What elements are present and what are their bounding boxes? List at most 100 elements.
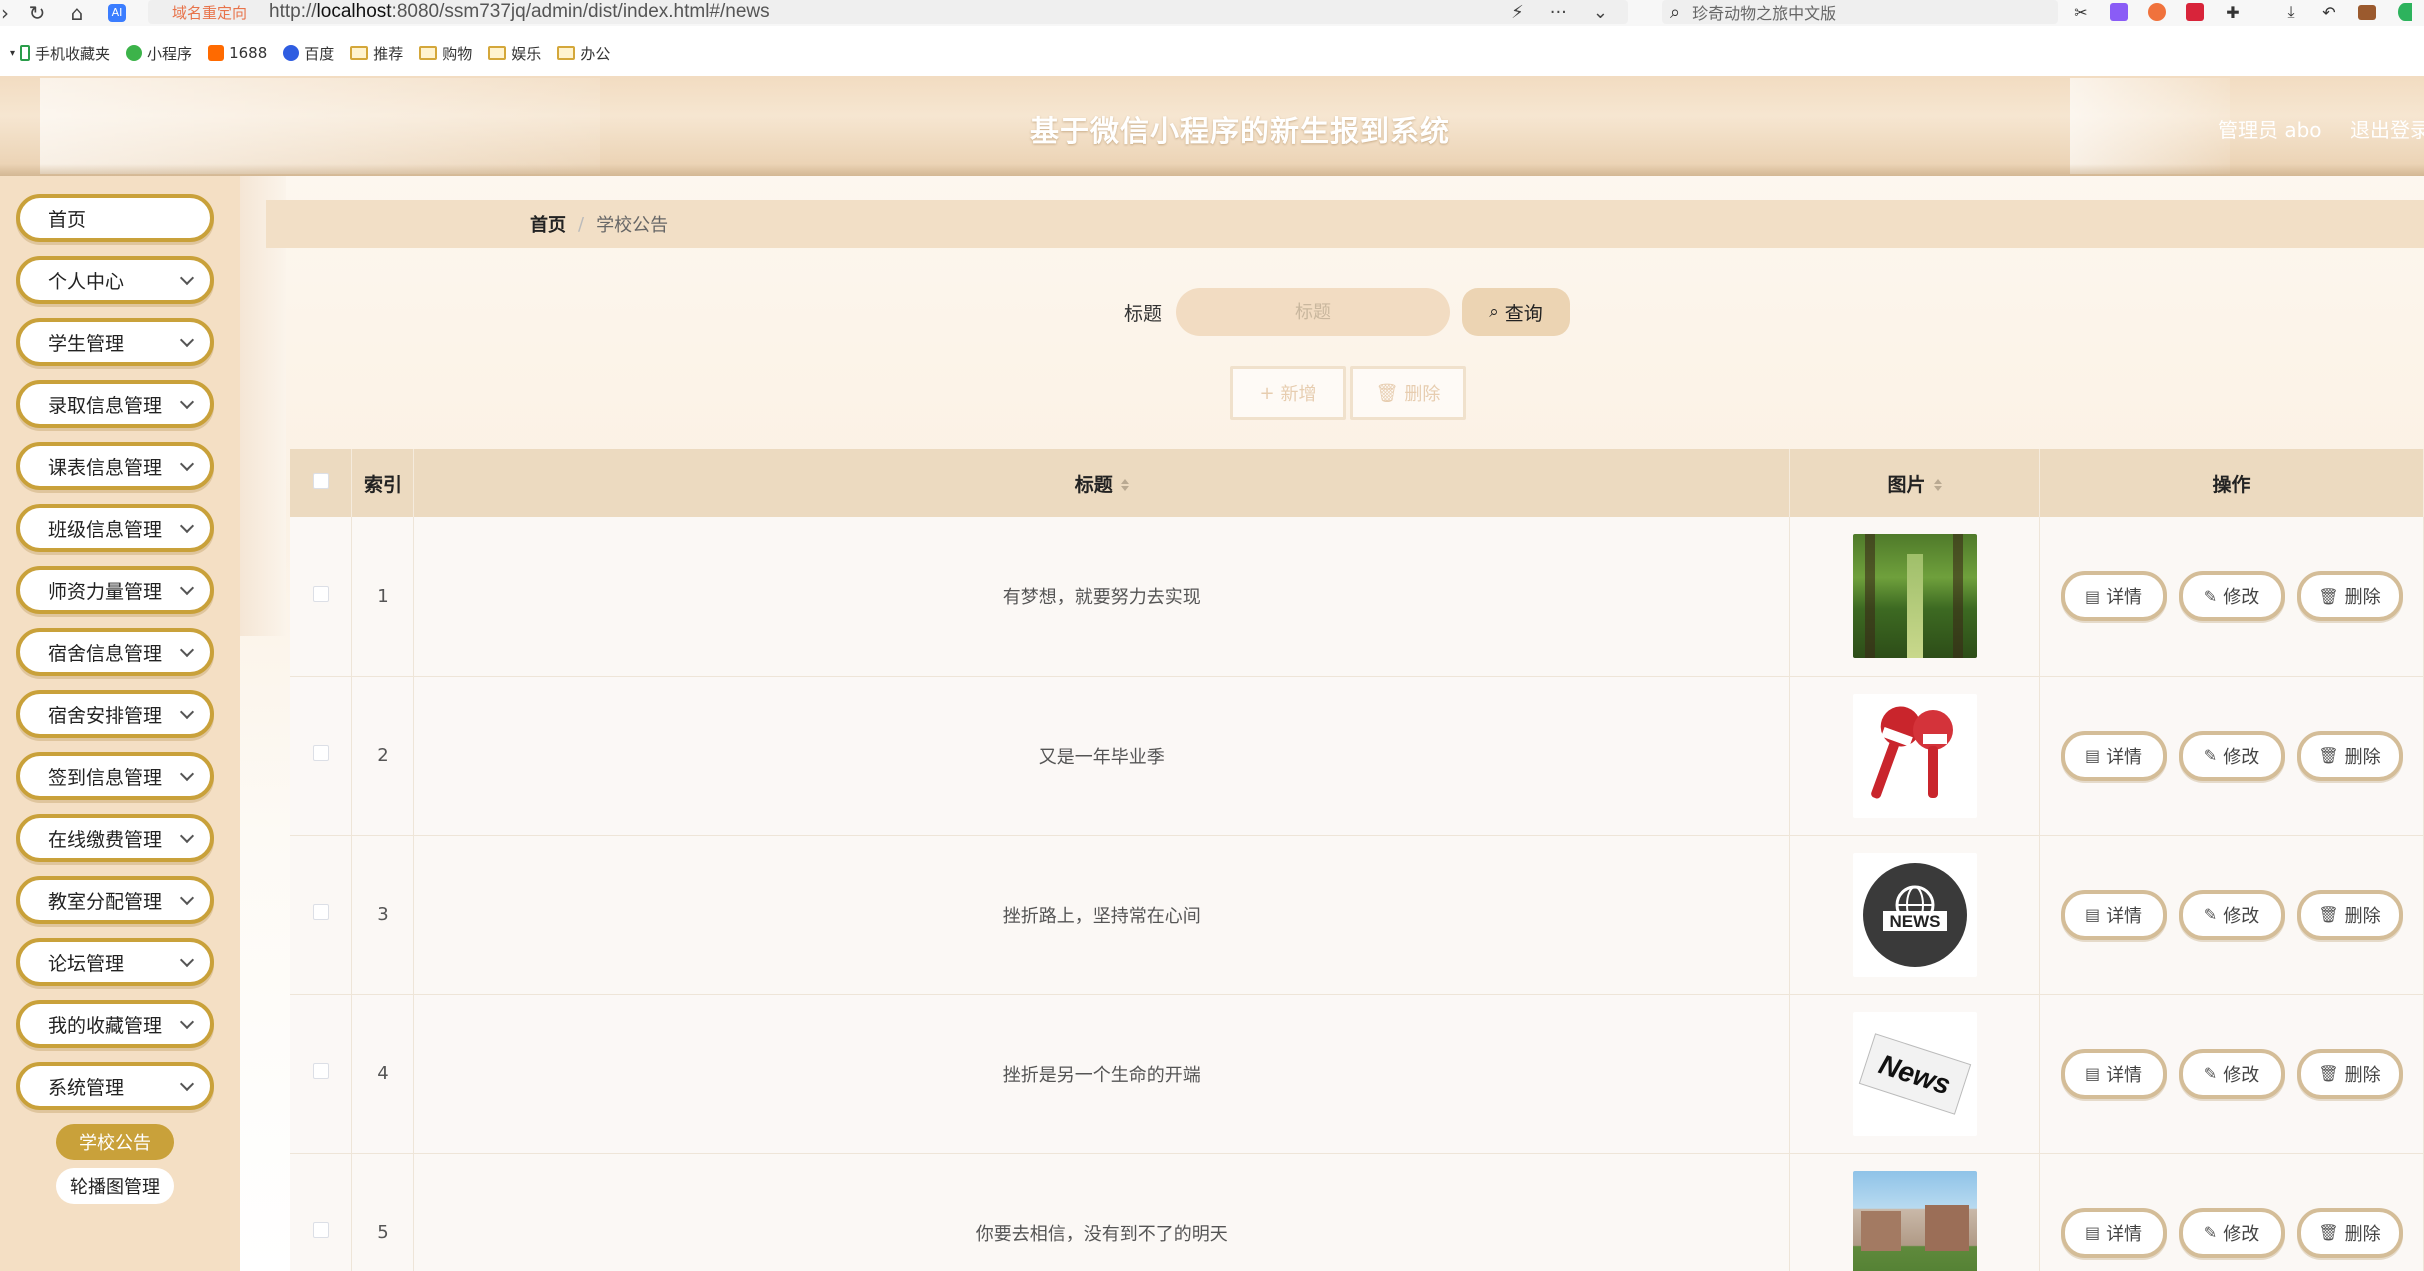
- sidebar-item-system[interactable]: 系统管理: [16, 1062, 214, 1110]
- table-row: 3 挫折路上，坚持常在心间 NEWS ▤ 详情 ✎ 修改 🗑 删除: [290, 835, 2424, 994]
- row-checkbox[interactable]: [312, 1222, 329, 1238]
- row-checkbox[interactable]: [312, 585, 329, 602]
- chevron-down-icon: [179, 828, 195, 844]
- row-title: 挫折是另一个生命的开端: [413, 994, 1791, 1153]
- chevron-down-icon[interactable]: ⌄: [1593, 2, 1608, 23]
- bookmark-recommend[interactable]: 推荐: [350, 43, 403, 64]
- sidebar-item-payment[interactable]: 在线缴费管理: [16, 814, 214, 862]
- bookmark-shopping[interactable]: 购物: [419, 43, 472, 64]
- sidebar-subitem-announcements[interactable]: 学校公告: [56, 1124, 174, 1160]
- sidebar-item-forum[interactable]: 论坛管理: [16, 938, 214, 986]
- url-text: http://localhost:8080/ssm737jq/admin/dis…: [269, 1, 770, 22]
- undo-icon[interactable]: ↶: [2318, 1, 2340, 23]
- edit-button[interactable]: ✎ 修改: [2178, 571, 2285, 622]
- reload-icon[interactable]: ↻: [24, 1, 50, 25]
- search-icon: ⌕: [1670, 1, 1681, 23]
- row-checkbox[interactable]: [312, 1063, 329, 1079]
- search-button-label: 查询: [1504, 302, 1543, 325]
- sidebar-item-faculty[interactable]: 师资力量管理: [16, 566, 214, 614]
- select-all-checkbox[interactable]: [312, 473, 329, 489]
- detail-button[interactable]: ▤ 详情: [2060, 1207, 2167, 1258]
- sidebar-item-dorm-arrange[interactable]: 宿舍安排管理: [16, 690, 214, 738]
- sidebar-item-students[interactable]: 学生管理: [16, 318, 214, 366]
- briefcase-icon[interactable]: [2356, 1, 2378, 23]
- bookmark-office[interactable]: 办公: [557, 43, 610, 64]
- chevron-down-icon: [179, 952, 195, 968]
- sort-icon[interactable]: [1933, 479, 1942, 491]
- edit-button[interactable]: ✎ 修改: [2178, 730, 2285, 781]
- sidebar-item-dorm-info[interactable]: 宿舍信息管理: [16, 628, 214, 676]
- detail-button[interactable]: ▤ 详情: [2060, 571, 2167, 622]
- browser-search-box[interactable]: ⌕ 珍奇动物之旅中文版: [1662, 0, 2058, 24]
- sidebar-item-home[interactable]: 首页: [16, 194, 214, 242]
- scissors-icon[interactable]: ✂: [2070, 1, 2092, 23]
- home-icon[interactable]: ⌂: [64, 1, 90, 25]
- sidebar-subitem-carousel[interactable]: 轮播图管理: [56, 1168, 174, 1204]
- bookmark-miniprogram[interactable]: 小程序: [126, 43, 192, 64]
- campus-building-image: [1852, 1170, 1977, 1271]
- bookmark-baidu[interactable]: 百度: [283, 43, 334, 64]
- chevron-down-icon: [179, 332, 195, 348]
- row-checkbox[interactable]: [312, 745, 329, 761]
- ai-icon[interactable]: AI: [104, 1, 130, 25]
- sidebar-item-admission[interactable]: 录取信息管理: [16, 380, 214, 428]
- detail-button[interactable]: ▤ 详情: [2060, 730, 2167, 781]
- pencil-icon: ✎: [2203, 1223, 2218, 1242]
- trash-icon: 🗑: [2318, 1064, 2339, 1083]
- sort-icon[interactable]: [1120, 479, 1129, 491]
- edit-button[interactable]: ✎ 修改: [2178, 889, 2285, 940]
- sidebar-item-profile[interactable]: 个人中心: [16, 256, 214, 304]
- delete-button[interactable]: 🗑 删除: [2296, 1048, 2403, 1099]
- sidebar-item-classroom[interactable]: 教室分配管理: [16, 876, 214, 924]
- sidebar-item-checkin[interactable]: 签到信息管理: [16, 752, 214, 800]
- sidebar-item-timetable[interactable]: 课表信息管理: [16, 442, 214, 490]
- batch-delete-button[interactable]: 🗑 删除: [1350, 366, 1466, 420]
- extension-red-icon[interactable]: [2184, 1, 2206, 23]
- delete-button[interactable]: 🗑 删除: [2296, 889, 2403, 940]
- header-title[interactable]: 标题: [413, 449, 1791, 517]
- address-bar[interactable]: 域名重定向 http://localhost:8080/ssm737jq/adm…: [148, 0, 1628, 24]
- select-all-cell: [290, 449, 353, 517]
- delete-button[interactable]: 🗑 删除: [2296, 571, 2403, 622]
- chevron-down-icon: [179, 890, 195, 906]
- sidebar: 首页 个人中心 学生管理 录取信息管理 课表信息管理 班级信息管理 师资力量管理…: [0, 176, 240, 1271]
- trash-icon: 🗑: [2318, 586, 2339, 606]
- translate-icon[interactable]: [2108, 1, 2130, 23]
- sidebar-item-favorites[interactable]: 我的收藏管理: [16, 1000, 214, 1048]
- add-button[interactable]: + 新增: [1230, 366, 1346, 420]
- delete-button[interactable]: 🗑 删除: [2296, 1207, 2403, 1258]
- search-button[interactable]: ⌕ 查询: [1462, 288, 1571, 336]
- edit-button[interactable]: ✎ 修改: [2178, 1048, 2285, 1099]
- pencil-icon: ✎: [2203, 905, 2218, 924]
- sidebar-item-class[interactable]: 班级信息管理: [16, 504, 214, 552]
- breadcrumb-separator: /: [578, 213, 585, 235]
- browser-toolbar: › ↻ ⌂ AI 域名重定向 http://localhost:8080/ssm…: [0, 0, 2424, 26]
- action-buttons: + 新增 🗑 删除: [1230, 366, 1466, 420]
- profile-icon[interactable]: [2394, 1, 2416, 23]
- chevron-down-icon: [179, 766, 195, 782]
- extension-orange-icon[interactable]: [2146, 1, 2168, 23]
- add-button-label: 新增: [1280, 384, 1317, 405]
- main-content: 首页 / 学校公告 标题 ⌕ 查询 + 新增 🗑 删除 索引 标题 图片: [240, 176, 2424, 1271]
- bookmark-entertainment[interactable]: 娱乐: [488, 43, 541, 64]
- logout-link[interactable]: 退出登录: [2350, 114, 2424, 143]
- delete-button[interactable]: 🗑 删除: [2296, 730, 2403, 781]
- row-checkbox[interactable]: [312, 904, 329, 920]
- breadcrumb-home[interactable]: 首页: [530, 211, 566, 237]
- row-index: 2: [351, 676, 415, 835]
- puzzle-icon[interactable]: ✚: [2222, 1, 2244, 23]
- lightning-icon[interactable]: ⚡: [1511, 2, 1524, 23]
- header-image[interactable]: 图片: [1789, 449, 2040, 517]
- more-icon[interactable]: ···: [1550, 2, 1567, 23]
- bookmark-1688[interactable]: 1688: [208, 44, 267, 62]
- detail-button[interactable]: ▤ 详情: [2060, 889, 2167, 940]
- forward-icon[interactable]: ›: [0, 1, 18, 25]
- bookmark-mobile[interactable]: ▾ 手机收藏夹: [10, 43, 110, 64]
- detail-button[interactable]: ▤ 详情: [2060, 1048, 2167, 1099]
- download-icon[interactable]: ⤓: [2280, 1, 2302, 23]
- admin-user-label: 管理员 abo: [2218, 118, 2322, 142]
- title-search-input[interactable]: [1176, 288, 1451, 336]
- pencil-icon: ✎: [2203, 1064, 2218, 1083]
- trash-icon: 🗑: [2318, 1223, 2339, 1242]
- edit-button[interactable]: ✎ 修改: [2178, 1207, 2285, 1258]
